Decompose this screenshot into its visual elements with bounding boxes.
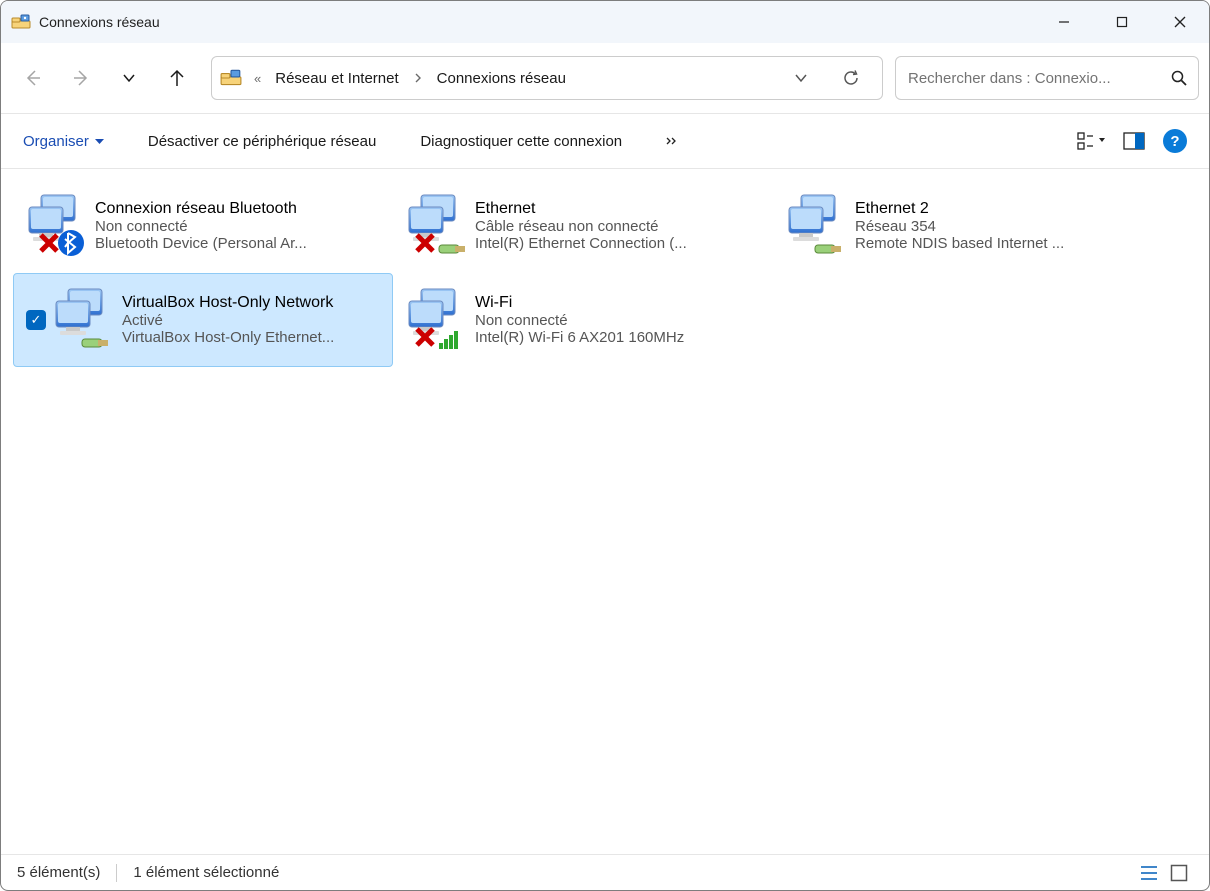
selection-check-icon: ✓ (26, 310, 46, 330)
titlebar: Connexions réseau (1, 1, 1209, 43)
selected-count: 1 élément sélectionné (133, 864, 279, 881)
connection-status: Non connecté (475, 312, 767, 329)
nav-row: « Réseau et Internet Connexions réseau (1, 43, 1209, 113)
connection-item[interactable]: ✓ Ethernet Câble rése (393, 179, 773, 273)
connection-item[interactable]: ✓ Connexion réseau Bluetooth Non connec (13, 179, 393, 273)
network-adapter-icon (399, 285, 469, 355)
connections-grid: ✓ Connexion réseau Bluetooth Non connec (1, 169, 1209, 854)
diagnose-label: Diagnostiquer cette connexion (420, 133, 622, 150)
large-icons-view-button[interactable] (1165, 859, 1193, 887)
organize-menu[interactable]: Organiser (23, 133, 104, 150)
connection-device: VirtualBox Host-Only Ethernet... (122, 329, 386, 346)
caption-buttons (1035, 1, 1209, 43)
connection-text: VirtualBox Host-Only Network Activé Virt… (122, 294, 386, 346)
address-overflow-icon[interactable]: « (248, 71, 267, 86)
connection-status: Réseau 354 (855, 218, 1147, 235)
connection-status: Activé (122, 312, 386, 329)
connection-name: VirtualBox Host-Only Network (122, 294, 386, 312)
diagnose-button[interactable]: Diagnostiquer cette connexion (420, 133, 622, 150)
preview-pane-button[interactable] (1115, 122, 1153, 160)
connection-device: Intel(R) Wi-Fi 6 AX201 160MHz (475, 329, 767, 346)
connection-text: Connexion réseau Bluetooth Non connecté … (95, 200, 387, 252)
maximize-button[interactable] (1093, 1, 1151, 43)
address-icon (220, 67, 242, 89)
connection-item[interactable]: ✓ Ethernet 2 Réseau 354 Remote NDIS base… (773, 179, 1153, 273)
organize-label: Organiser (23, 133, 89, 150)
item-count: 5 élément(s) (17, 864, 100, 881)
connection-text: Wi-Fi Non connecté Intel(R) Wi-Fi 6 AX20… (475, 294, 767, 346)
view-layout-button[interactable] (1073, 122, 1111, 160)
status-separator (116, 864, 117, 882)
connection-status: Non connecté (95, 218, 387, 235)
search-icon[interactable] (1170, 69, 1188, 87)
breadcrumb-current[interactable]: Connexions réseau (433, 70, 570, 87)
minimize-button[interactable] (1035, 1, 1093, 43)
refresh-button[interactable] (828, 57, 874, 99)
connection-name: Connexion réseau Bluetooth (95, 200, 387, 218)
up-button[interactable] (155, 56, 199, 100)
address-bar[interactable]: « Réseau et Internet Connexions réseau (211, 56, 883, 100)
status-bar: 5 élément(s) 1 élément sélectionné (1, 854, 1209, 890)
window-title: Connexions réseau (39, 14, 1035, 30)
search-box[interactable] (895, 56, 1199, 100)
chevron-down-icon (95, 137, 104, 146)
connection-item[interactable]: ✓ VirtualBox Host-Only Network Activé Vi… (13, 273, 393, 367)
network-adapter-icon (399, 191, 469, 261)
connection-device: Bluetooth Device (Personal Ar... (95, 235, 387, 252)
address-dropdown-button[interactable] (778, 57, 824, 99)
connection-name: Ethernet (475, 200, 767, 218)
chevron-right-icon[interactable] (407, 73, 429, 83)
recent-locations-button[interactable] (107, 56, 151, 100)
connection-item[interactable]: ✓ Wi-Fi (393, 273, 773, 367)
network-adapter-icon (19, 191, 89, 261)
connection-text: Ethernet Câble réseau non connecté Intel… (475, 200, 767, 252)
close-button[interactable] (1151, 1, 1209, 43)
overflow-menu[interactable] (666, 135, 678, 147)
details-view-button[interactable] (1135, 859, 1163, 887)
breadcrumb-parent[interactable]: Réseau et Internet (271, 70, 402, 87)
back-button[interactable] (11, 56, 55, 100)
network-adapter-icon (46, 285, 116, 355)
network-adapter-icon (779, 191, 849, 261)
forward-button[interactable] (59, 56, 103, 100)
disable-device-button[interactable]: Désactiver ce périphérique réseau (148, 133, 376, 150)
connection-text: Ethernet 2 Réseau 354 Remote NDIS based … (855, 200, 1147, 252)
search-input[interactable] (906, 69, 1170, 88)
disable-device-label: Désactiver ce périphérique réseau (148, 133, 376, 150)
connection-name: Wi-Fi (475, 294, 767, 312)
connection-status: Câble réseau non connecté (475, 218, 767, 235)
connection-device: Remote NDIS based Internet ... (855, 235, 1147, 252)
help-button[interactable]: ? (1163, 129, 1187, 153)
window-root: Connexions réseau (0, 0, 1210, 891)
connection-name: Ethernet 2 (855, 200, 1147, 218)
connection-device: Intel(R) Ethernet Connection (... (475, 235, 767, 252)
command-bar: Organiser Désactiver ce périphérique rés… (1, 113, 1209, 169)
app-icon (11, 12, 31, 32)
